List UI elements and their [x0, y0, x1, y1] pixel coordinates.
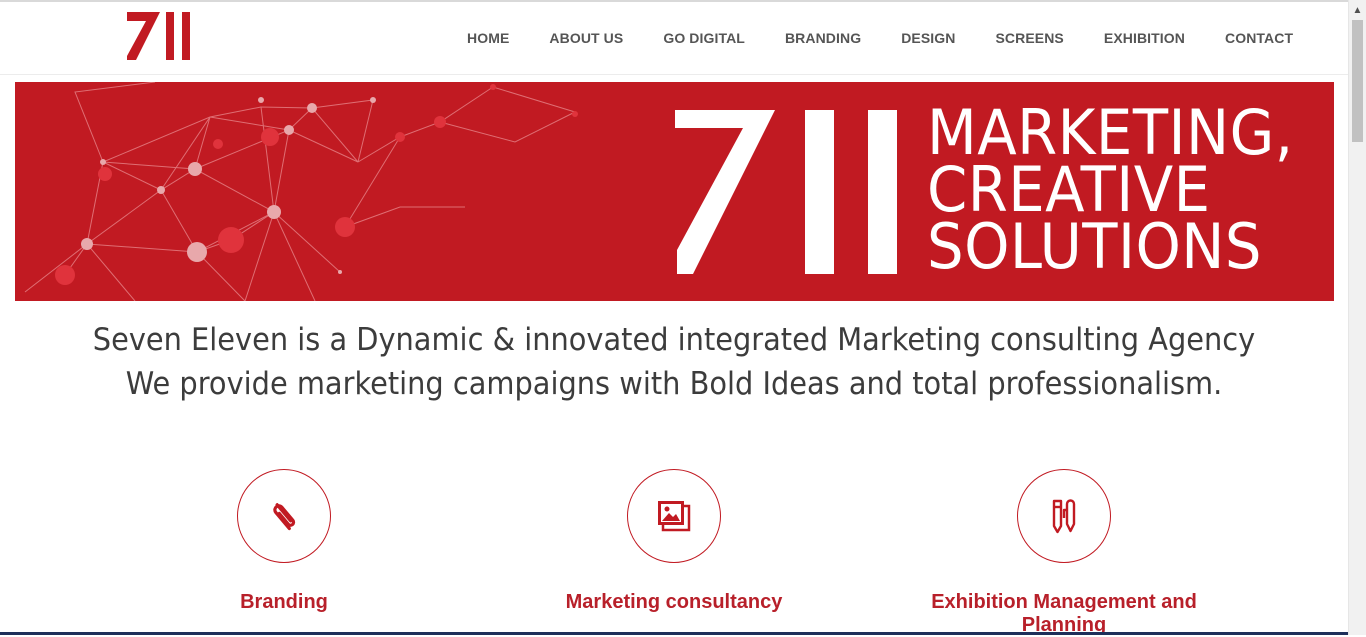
intro-text: Seven Eleven is a Dynamic & innovated in… — [47, 318, 1301, 406]
nav-home[interactable]: HOME — [447, 2, 529, 74]
nav-screens[interactable]: SCREENS — [975, 2, 1083, 74]
scroll-up-arrow-icon[interactable]: ▲ — [1349, 2, 1366, 19]
service-title[interactable]: Exhibition Management and Planning — [894, 591, 1234, 637]
service-marketing-consultancy[interactable]: Marketing consultancy — [504, 469, 844, 614]
site-header: HOME ABOUT US GO DIGITAL BRANDING DESIGN… — [0, 2, 1348, 75]
logo-711-icon — [127, 12, 190, 60]
service-exhibition-management[interactable]: Exhibition Management and Planning — [894, 469, 1234, 637]
network-graphic — [24, 82, 578, 301]
banner-tagline: MARKETING, CREATIVE SOLUTIONS — [927, 102, 1294, 283]
main-nav: HOME ABOUT US GO DIGITAL BRANDING DESIGN… — [447, 2, 1313, 74]
service-title[interactable]: Marketing consultancy — [504, 591, 844, 614]
service-icon-circle[interactable] — [1017, 469, 1111, 563]
nav-branding[interactable]: BRANDING — [765, 2, 881, 74]
scrollbar-thumb[interactable] — [1352, 20, 1363, 142]
intro-line-2: We provide marketing campaigns with Bold… — [125, 366, 1223, 402]
paperclip-icon — [273, 503, 296, 531]
service-icon-circle[interactable] — [237, 469, 331, 563]
vertical-scrollbar[interactable]: ▲ — [1348, 0, 1366, 635]
tagline-line-3: SOLUTIONS — [927, 210, 1262, 283]
pen-pencil-icon — [1052, 499, 1076, 534]
nav-about-us[interactable]: ABOUT US — [529, 2, 643, 74]
nav-contact[interactable]: CONTACT — [1205, 2, 1313, 74]
service-branding[interactable]: Branding — [114, 469, 454, 614]
hero-banner: MARKETING, CREATIVE SOLUTIONS — [15, 82, 1334, 301]
nav-exhibition[interactable]: EXHIBITION — [1084, 2, 1205, 74]
intro-line-1: Seven Eleven is a Dynamic & innovated in… — [92, 322, 1256, 358]
nav-design[interactable]: DESIGN — [881, 2, 975, 74]
banner-711-icon — [675, 110, 897, 274]
service-title[interactable]: Branding — [114, 591, 454, 614]
service-icon-circle[interactable] — [627, 469, 721, 563]
images-icon — [658, 501, 691, 532]
nav-go-digital[interactable]: GO DIGITAL — [643, 2, 765, 74]
site-logo[interactable] — [126, 12, 196, 62]
